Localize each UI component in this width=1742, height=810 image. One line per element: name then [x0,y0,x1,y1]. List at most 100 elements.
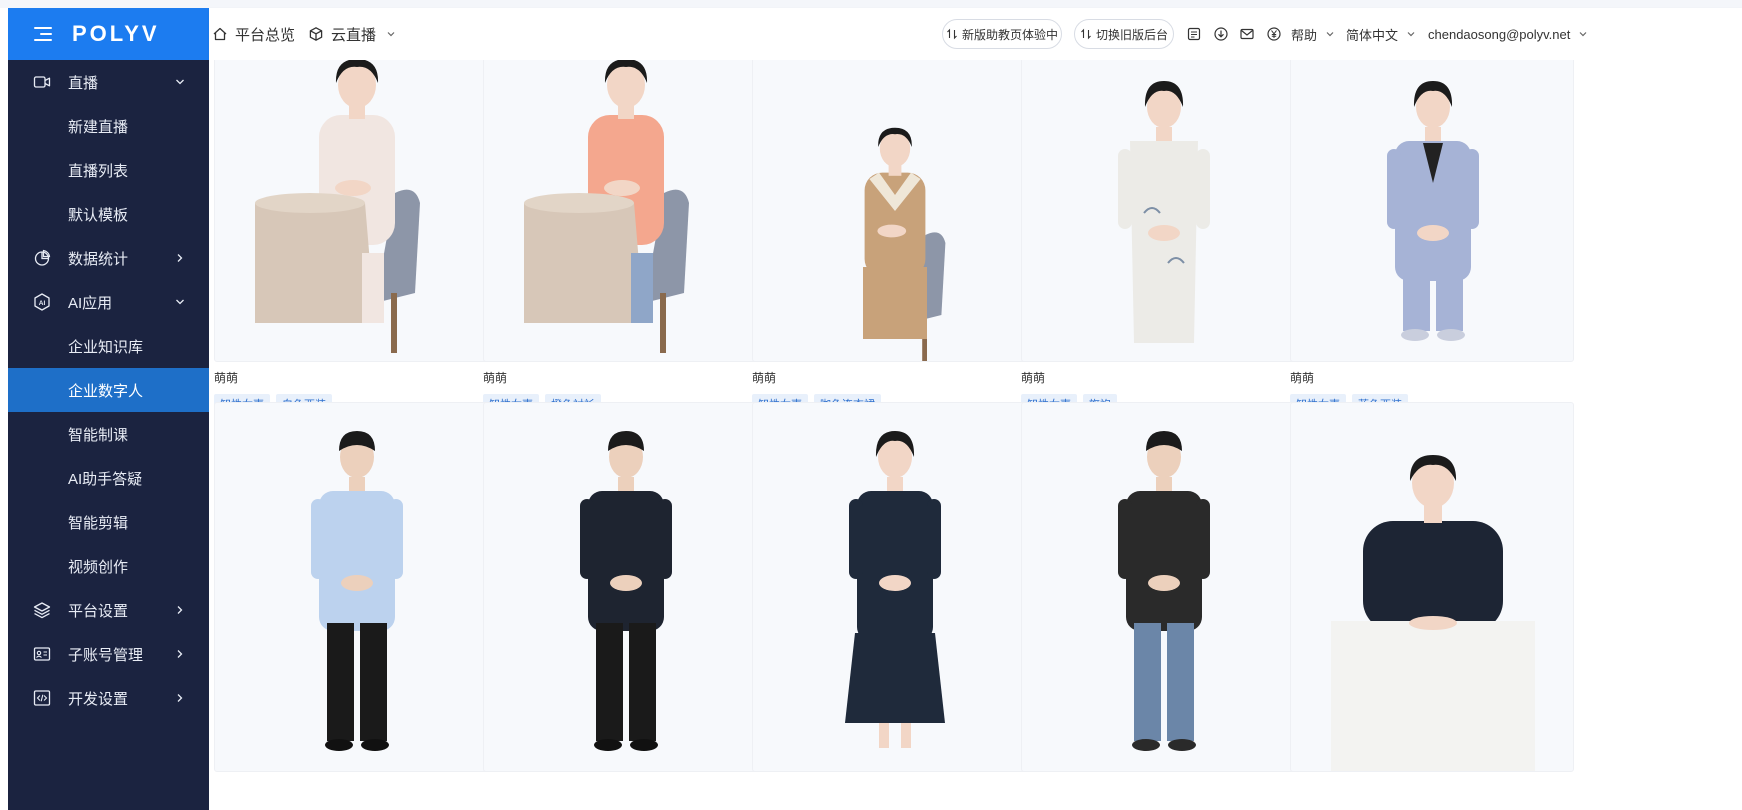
sidebar-item-label: 默认模板 [68,206,129,224]
sidebar-item-label: 企业数字人 [68,382,144,400]
sidebar-item-label: AI助手答疑 [68,470,143,488]
sidebar-item-9[interactable]: AI助手答疑 [8,456,209,500]
sidebar-item-10[interactable]: 智能剪辑 [8,500,209,544]
chevron-down-icon [1326,32,1334,37]
chevron-right-icon [173,691,187,705]
avatar-thumbnail[interactable] [214,60,498,362]
sidebar-item-label: 视频创作 [68,558,129,576]
avatar-thumbnail[interactable] [214,402,498,772]
chevron-right-icon [173,603,187,617]
avatar-thumbnail[interactable] [1021,402,1305,772]
avatar-name: 萌萌 [1021,371,1046,385]
menu-toggle-icon[interactable] [34,27,52,41]
chevron-right-icon [173,251,187,265]
sidebar-item-label: 数据统计 [68,250,129,268]
avatar-card[interactable] [214,402,498,772]
avatar-card[interactable] [1290,402,1574,772]
help-menu[interactable]: 帮助 [1291,8,1335,60]
avatar-card[interactable]: 萌萌知性女声橙色衬衫 [483,60,767,416]
top-strip [0,0,1742,8]
sidebar-item-label: 新建直播 [68,118,129,136]
chevron-down-icon [387,32,395,37]
yuan-coin-icon[interactable] [1266,26,1282,42]
top-bar: 平台总览 云直播 新版助教页体验中 切换旧版后台 帮助 简体中文 chendao… [209,8,1742,60]
language-menu[interactable]: 简体中文 [1346,8,1416,60]
document-icon[interactable] [1186,26,1202,42]
avatar-card[interactable]: 萌萌知性女声白色西装 [214,60,498,416]
sidebar: POLYV 直播新建直播直播列表默认模板数据统计 AI AI应用企业知识库企业数字人… [8,8,209,810]
chevron-down-icon [173,295,187,309]
avatar-card[interactable]: 萌萌知性女声蓝色西装 [1290,60,1574,416]
avatar-card[interactable]: 萌萌知性女声旗袍 [1021,60,1305,416]
sidebar-item-1[interactable]: 新建直播 [8,104,209,148]
avatar-thumbnail[interactable] [1290,402,1574,772]
new-assistant-button[interactable]: 新版助教页体验中 [942,19,1062,49]
sidebar-item-label: 平台设置 [68,602,129,620]
avatar-card[interactable]: 萌萌知性女声咖色连衣裙 [752,60,1036,416]
sidebar-item-7[interactable]: 企业数字人 [8,368,209,412]
sidebar-item-6[interactable]: 企业知识库 [8,324,209,368]
sidebar-item-label: 开发设置 [68,690,129,708]
sidebar-item-label: 智能剪辑 [68,514,129,532]
sidebar-item-5[interactable]: AI AI应用 [8,280,209,324]
ai-hexagon-icon: AI [32,292,52,312]
sidebar-nav: 直播新建直播直播列表默认模板数据统计 AI AI应用企业知识库企业数字人智能制课 AI… [8,60,209,720]
sidebar-item-label: 直播 [68,74,99,92]
user-email: chendaosong@polyv.net [1428,26,1571,42]
avatar-thumbnail[interactable] [1021,60,1305,362]
avatar-thumbnail[interactable] [752,60,1036,362]
sidebar-item-label: 企业知识库 [68,338,144,356]
language-label: 简体中文 [1346,27,1399,43]
sidebar-item-13[interactable]: 子账号管理 [8,632,209,676]
avatar-card[interactable] [1021,402,1305,772]
logo-bar: POLYV [8,8,209,60]
video-camera-icon [32,72,52,92]
mail-icon[interactable] [1239,26,1255,42]
cube-icon [309,27,323,41]
avatar-name: 萌萌 [752,371,777,385]
nav-cloud-live[interactable]: 云直播 [308,8,396,60]
nav-cloud-live-label: 云直播 [331,26,377,44]
avatar-name: 萌萌 [214,371,239,385]
avatar-thumbnail[interactable] [752,402,1036,772]
svg-text:AI: AI [39,300,46,307]
sidebar-item-2[interactable]: 直播列表 [8,148,209,192]
switch-old-version-label: 切换旧版后台 [1095,27,1168,42]
digital-human-grid: 萌萌知性女声白色西装萌萌知性女声橙色衬衫萌萌知性女声咖色连衣裙萌萌知性女声旗袍萌… [209,60,1742,810]
avatar-thumbnail[interactable] [483,402,767,772]
avatar-card[interactable] [752,402,1036,772]
switch-arrows-icon [947,28,957,40]
nav-home-label: 平台总览 [235,26,296,44]
chevron-right-icon [173,647,187,661]
help-label: 帮助 [1291,27,1318,43]
switch-old-version-button[interactable]: 切换旧版后台 [1074,19,1174,49]
sidebar-item-label: 智能制课 [68,426,129,444]
sidebar-item-12[interactable]: 平台设置 [8,588,209,632]
sidebar-item-4[interactable]: 数据统计 [8,236,209,280]
avatar-thumbnail[interactable] [1290,60,1574,362]
polyv-logo: POLYV [72,21,160,46]
home-icon [213,27,227,41]
id-card-icon [32,644,52,664]
sidebar-item-14[interactable]: 开发设置 [8,676,209,720]
chevron-down-icon [173,75,187,89]
sidebar-item-3[interactable]: 默认模板 [8,192,209,236]
new-assistant-label: 新版助教页体验中 [961,27,1058,42]
nav-home[interactable]: 平台总览 [212,8,295,60]
sidebar-item-11[interactable]: 视频创作 [8,544,209,588]
chevron-down-icon [1579,32,1587,37]
code-icon [32,688,52,708]
sidebar-item-label: 子账号管理 [68,646,144,664]
avatar-name: 萌萌 [483,371,508,385]
sidebar-item-8[interactable]: 智能制课 [8,412,209,456]
switch-arrows-icon [1081,28,1091,40]
avatar-card[interactable] [483,402,767,772]
download-icon[interactable] [1213,26,1229,42]
sidebar-item-label: AI应用 [68,294,113,312]
avatar-thumbnail[interactable] [483,60,767,362]
avatar-name: 萌萌 [1290,371,1315,385]
layers-icon [32,600,52,620]
chevron-down-icon [1407,32,1415,37]
user-menu[interactable]: chendaosong@polyv.net [1428,8,1588,60]
sidebar-item-0[interactable]: 直播 [8,60,209,104]
